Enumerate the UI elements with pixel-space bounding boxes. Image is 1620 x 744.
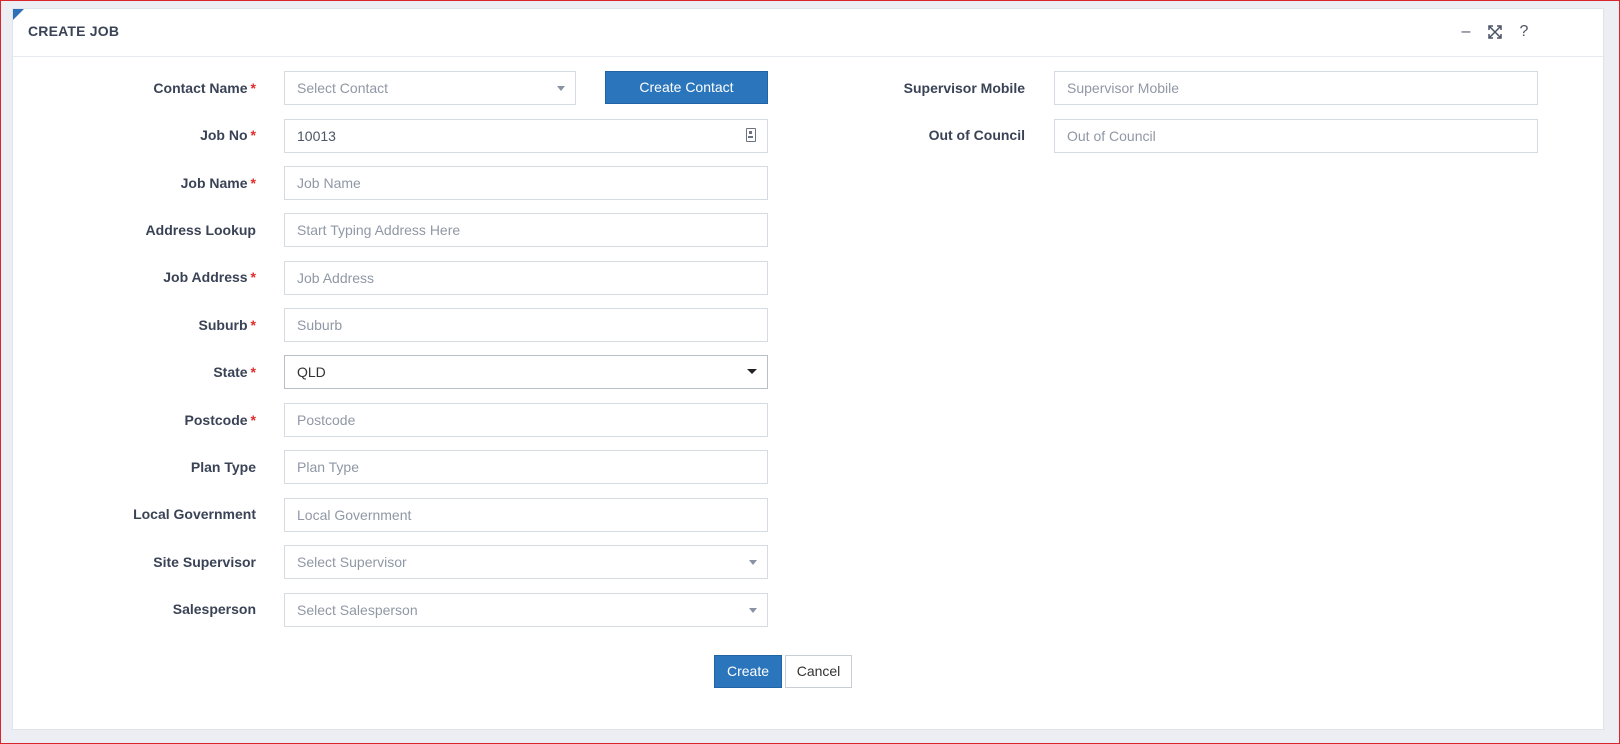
create-job-dialog: CREATE JOB – ? Contact Name * Select Cont…: [12, 8, 1604, 730]
job-name-field[interactable]: [284, 166, 768, 200]
chevron-down-icon: [557, 86, 565, 91]
help-icon[interactable]: ?: [1513, 21, 1535, 43]
plan-type-field[interactable]: [284, 450, 768, 484]
suburb-label: Suburb *: [198, 317, 256, 333]
contact-name-label: Contact Name *: [153, 80, 256, 96]
id-card-icon: [746, 128, 756, 142]
job-address-field[interactable]: [284, 261, 768, 295]
out-of-council-input[interactable]: [1067, 121, 1525, 151]
supervisor-mobile-input[interactable]: [1067, 73, 1525, 103]
state-select[interactable]: QLD: [284, 355, 768, 389]
create-button[interactable]: Create: [714, 655, 782, 688]
postcode-label: Postcode *: [184, 412, 256, 428]
local-government-input[interactable]: [297, 500, 755, 530]
address-lookup-label: Address Lookup: [145, 222, 256, 238]
chevron-down-icon: [749, 560, 757, 565]
suburb-input[interactable]: [297, 310, 755, 340]
suburb-field[interactable]: [284, 308, 768, 342]
out-of-council-field[interactable]: [1054, 119, 1538, 153]
job-no-label: Job No *: [200, 127, 256, 143]
create-contact-button[interactable]: Create Contact: [605, 71, 768, 104]
dialog-header: CREATE JOB – ?: [13, 9, 1603, 57]
postcode-field[interactable]: [284, 403, 768, 437]
state-label: State *: [213, 364, 256, 380]
supervisor-mobile-label: Supervisor Mobile: [903, 80, 1025, 96]
chevron-down-icon: [747, 369, 757, 374]
out-of-council-label: Out of Council: [928, 127, 1025, 143]
cancel-button[interactable]: Cancel: [785, 655, 852, 688]
local-government-field[interactable]: [284, 498, 768, 532]
dialog-title: CREATE JOB: [28, 23, 120, 39]
job-address-input[interactable]: [297, 263, 755, 293]
salesperson-label: Salesperson: [172, 601, 256, 617]
job-address-label: Job Address *: [163, 269, 256, 285]
address-lookup-input[interactable]: [297, 215, 755, 245]
chevron-down-icon: [749, 608, 757, 613]
supervisor-mobile-field[interactable]: [1054, 71, 1538, 105]
salesperson-select[interactable]: Select Salesperson: [284, 593, 768, 627]
address-lookup-field[interactable]: [284, 213, 768, 247]
postcode-input[interactable]: [297, 405, 755, 435]
contact-select[interactable]: Select Contact: [284, 71, 576, 105]
minimize-icon[interactable]: –: [1455, 21, 1477, 43]
plan-type-input[interactable]: [297, 452, 755, 482]
expand-icon[interactable]: [1484, 21, 1506, 43]
job-name-input[interactable]: [297, 168, 755, 198]
local-government-label: Local Government: [133, 506, 256, 522]
site-supervisor-select[interactable]: Select Supervisor: [284, 545, 768, 579]
site-supervisor-label: Site Supervisor: [153, 554, 256, 570]
job-no-field[interactable]: 10013: [284, 119, 768, 153]
plan-type-label: Plan Type: [190, 459, 256, 475]
job-name-label: Job Name *: [180, 175, 256, 191]
